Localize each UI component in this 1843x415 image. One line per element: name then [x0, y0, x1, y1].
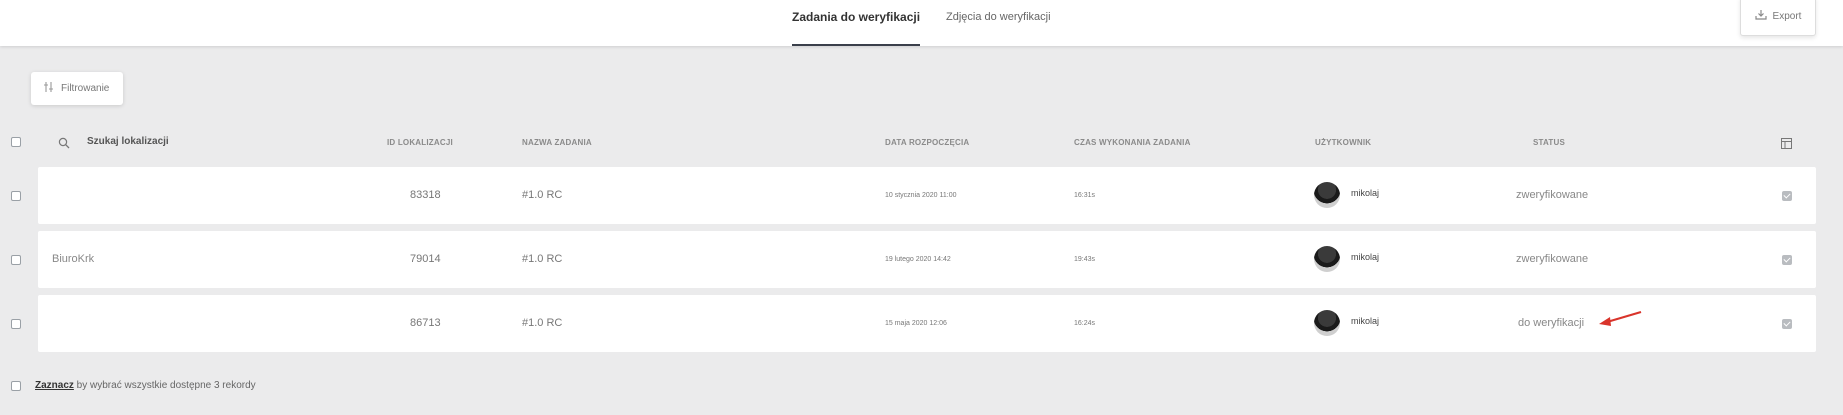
select-all-footer: Zaznacz by wybrać wszystkie dostępne 3 r…: [35, 380, 256, 391]
column-header-task-name[interactable]: NAZWA ZADANIA: [522, 138, 592, 147]
avatar: [1314, 246, 1340, 272]
avatar: [1314, 182, 1340, 208]
top-bar: Zadania do weryfikacji Zdjęcia do weryfi…: [0, 0, 1843, 46]
cell-task-name: #1.0 RC: [522, 317, 563, 329]
column-header-status[interactable]: STATUS: [1533, 138, 1565, 147]
column-header-start-date[interactable]: DATA ROZPOCZĘCIA: [885, 138, 969, 147]
row-action-checkbox[interactable]: [1782, 319, 1792, 329]
tab-tasks-to-verify[interactable]: Zadania do weryfikacji: [792, 0, 921, 46]
select-all-link[interactable]: Zaznacz: [35, 380, 74, 391]
cell-start-date: 10 stycznia 2020 11:00: [885, 192, 957, 199]
cell-task-name: #1.0 RC: [522, 253, 563, 265]
tab-photos-to-verify[interactable]: Zdjęcia do weryfikacji: [946, 0, 1051, 46]
filter-label: Filtrowanie: [61, 83, 110, 94]
select-all-records-checkbox[interactable]: [11, 381, 21, 391]
filter-button[interactable]: Filtrowanie: [31, 72, 123, 105]
cell-duration: 16:31s: [1074, 192, 1096, 199]
select-all-checkbox[interactable]: [11, 137, 21, 147]
cell-user: mikolaj: [1351, 316, 1380, 326]
row-action-checkbox[interactable]: [1782, 255, 1792, 265]
cell-start-date: 19 lutego 2020 14:42: [885, 256, 951, 263]
cell-start-date: 15 maja 2020 12:06: [885, 320, 947, 327]
red-arrow-annotation: [1597, 310, 1643, 333]
cell-location-id: 86713: [410, 317, 441, 329]
cell-user: mikolaj: [1351, 252, 1380, 262]
row-checkbox[interactable]: [11, 191, 21, 201]
table-row[interactable]: BiuroKrk 79014 #1.0 RC 19 lutego 2020 14…: [38, 231, 1816, 288]
cell-location-id: 79014: [410, 253, 441, 265]
table-row[interactable]: 83318 #1.0 RC 10 stycznia 2020 11:00 16:…: [38, 167, 1816, 224]
download-icon: [1754, 9, 1767, 23]
cell-status: do weryfikacji: [1518, 317, 1585, 329]
search-location-input[interactable]: Szukaj lokalizacji: [87, 136, 169, 147]
cell-status: zweryfikowane: [1516, 253, 1589, 265]
column-header-duration[interactable]: CZAS WYKONANIA ZADANIA: [1074, 138, 1191, 147]
row-action-checkbox[interactable]: [1782, 191, 1792, 201]
cell-user: mikolaj: [1351, 188, 1380, 198]
footer-text: by wybrać wszystkie dostępne 3 rekordy: [73, 380, 256, 391]
cell-location: BiuroKrk: [52, 253, 95, 265]
cell-task-name: #1.0 RC: [522, 189, 563, 201]
avatar: [1314, 310, 1340, 336]
export-label: Export: [1772, 10, 1802, 22]
column-header-location-id[interactable]: ID LOKALIZACJI: [387, 138, 453, 147]
row-checkbox[interactable]: [11, 319, 21, 329]
cell-duration: 19:43s: [1074, 256, 1096, 263]
export-button[interactable]: Export: [1740, 0, 1816, 36]
filter-sliders-icon: [43, 81, 54, 96]
table-row[interactable]: 86713 #1.0 RC 15 maja 2020 12:06 16:24s …: [38, 295, 1816, 352]
column-header-user[interactable]: UŻYTKOWNIK: [1315, 138, 1371, 147]
cell-duration: 16:24s: [1074, 320, 1096, 327]
row-checkbox[interactable]: [11, 255, 21, 265]
columns-settings-icon[interactable]: [1781, 136, 1792, 154]
search-icon[interactable]: [58, 136, 70, 154]
cell-location-id: 83318: [410, 189, 441, 201]
cell-status: zweryfikowane: [1516, 189, 1589, 201]
